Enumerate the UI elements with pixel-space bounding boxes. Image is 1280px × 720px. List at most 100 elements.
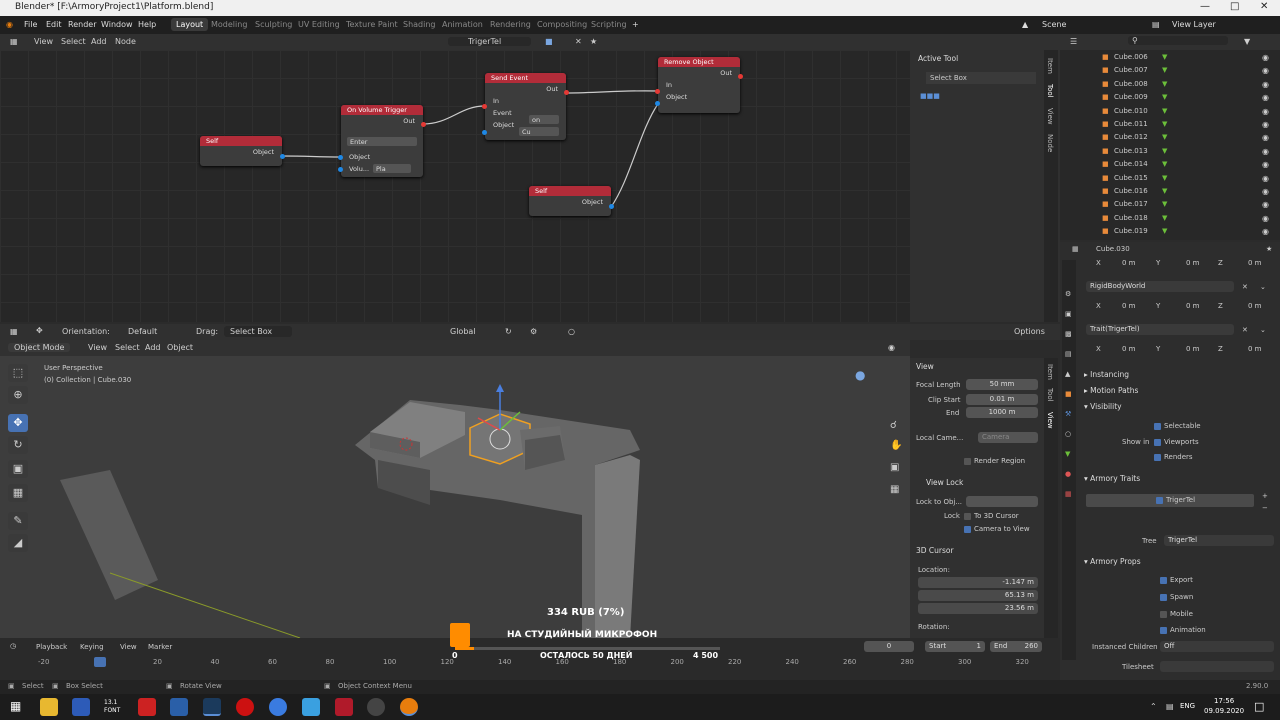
notifications-icon[interactable]: □ — [1254, 700, 1264, 713]
node-menu-node[interactable]: Node — [115, 37, 136, 46]
timeline-view[interactable]: View — [120, 643, 137, 651]
editor-type-icon[interactable]: ☰ — [1070, 37, 1077, 46]
3d-viewport[interactable]: Object Mode View Select Add Object ◉ Use… — [0, 340, 910, 638]
outliner-item[interactable]: Cube.008 — [1114, 80, 1148, 88]
tab-animation[interactable]: Animation — [442, 20, 483, 29]
axis-y-value[interactable]: 0 m — [1186, 259, 1200, 267]
armory-props-section[interactable]: ▾ Armory Props — [1084, 557, 1141, 566]
scene-tab-icon[interactable]: ▲ — [1065, 370, 1070, 378]
start-frame-field[interactable]: Start 1 — [925, 641, 985, 652]
outliner-search-icon[interactable]: ⚲ — [1128, 36, 1228, 45]
trait-rigidbody-field[interactable]: RigidBodyWorld — [1086, 281, 1234, 292]
minimize-icon[interactable]: — — [1200, 1, 1210, 12]
eye-icon[interactable]: ◉ — [1262, 200, 1269, 209]
self-node-2[interactable]: Self Object — [529, 186, 614, 216]
renders-checkbox[interactable]: Renders — [1154, 453, 1193, 461]
timeline-keying[interactable]: Keying — [80, 643, 104, 651]
trait-trigertel-field[interactable]: Trait(TrigerTel) — [1086, 324, 1234, 335]
outliner-item[interactable]: Cube.011 — [1114, 120, 1148, 128]
eye-icon[interactable]: ◉ — [1262, 80, 1269, 89]
drag-dropdown[interactable]: Select Box — [224, 326, 293, 337]
tab-modeling[interactable]: Modeling — [211, 20, 247, 29]
axis-z-value[interactable]: 0 m — [1248, 345, 1262, 353]
pin-icon[interactable]: ★ — [1266, 245, 1272, 253]
menu-help[interactable]: Help — [138, 20, 156, 29]
axis-z-value[interactable]: 0 m — [1248, 259, 1262, 267]
tab-node[interactable]: Node — [1046, 134, 1054, 152]
input-socket[interactable] — [338, 167, 343, 172]
pin-icon[interactable]: ★ — [590, 37, 597, 46]
timeline-playback[interactable]: Playback — [36, 643, 67, 651]
remove-trait-icon[interactable]: − — [1262, 504, 1268, 512]
chrome-icon[interactable] — [269, 698, 287, 716]
chevron-down-icon[interactable]: ⌄ — [1260, 326, 1266, 334]
visibility-icon[interactable]: ◉ — [888, 343, 895, 352]
tab-uv-editing[interactable]: UV Editing — [298, 20, 340, 29]
viewport-menu-view[interactable]: View — [88, 343, 107, 352]
keyboard-language[interactable]: ENG — [1180, 702, 1195, 710]
eye-icon[interactable]: ◉ — [1262, 133, 1269, 142]
tab-item[interactable]: Item — [1046, 364, 1054, 380]
orientation-dropdown[interactable]: Default — [128, 327, 157, 336]
data-tab-icon[interactable]: ▼ — [1065, 450, 1070, 458]
rotate-tool-icon[interactable]: ↻ — [8, 436, 28, 454]
unlink-icon[interactable]: ✕ — [575, 37, 582, 46]
windows-start-icon[interactable]: ▦ — [10, 699, 21, 713]
app-icon-red[interactable] — [335, 698, 353, 716]
blender-logo-icon[interactable]: ◉ — [6, 20, 13, 29]
navigation-gizmo-icon[interactable]: ● — [855, 368, 865, 382]
current-frame-field[interactable]: 0 — [864, 641, 914, 652]
transform-tool-icon[interactable]: ▦ — [8, 484, 28, 502]
tilesheet-field[interactable] — [1160, 661, 1274, 672]
editor-type-icon[interactable]: ▦ — [10, 327, 18, 336]
menu-file[interactable]: File — [24, 20, 37, 29]
ortho-grid-icon[interactable]: ▦ — [890, 484, 899, 495]
tab-tool[interactable]: Tool — [1046, 84, 1054, 98]
axis-x-value[interactable]: 0 m — [1122, 302, 1136, 310]
filezilla-icon[interactable] — [138, 698, 156, 716]
tab-texture-paint[interactable]: Texture Paint — [346, 20, 398, 29]
viewport-menu-add[interactable]: Add — [145, 343, 161, 352]
eye-icon[interactable]: ◉ — [1262, 227, 1269, 236]
tab-layout[interactable]: Layout — [171, 18, 209, 31]
output-socket[interactable] — [421, 122, 426, 127]
view-layer-tab-icon[interactable]: ▤ — [1065, 350, 1072, 358]
timeline-marker[interactable]: Marker — [148, 643, 172, 651]
eye-icon[interactable]: ◉ — [1262, 93, 1269, 102]
chevron-down-icon[interactable]: ⌄ — [1260, 283, 1266, 291]
outlook-icon[interactable] — [170, 698, 188, 716]
instancing-section[interactable]: ▸ Instancing — [1084, 370, 1129, 379]
axis-x-value[interactable]: 0 m — [1122, 345, 1136, 353]
annotate-tool-icon[interactable]: ✎ — [8, 512, 28, 530]
properties-editor-icon[interactable]: ▦ — [1072, 245, 1079, 253]
clip-end-field[interactable]: 1000 m — [966, 407, 1038, 418]
tab-sculpting[interactable]: Sculpting — [255, 20, 292, 29]
scale-tool-icon[interactable]: ▣ — [8, 460, 28, 478]
view-layer-icon[interactable]: ▤ — [1152, 20, 1160, 29]
axis-x-value[interactable]: 0 m — [1122, 259, 1136, 267]
event-dropdown[interactable]: Enter — [347, 137, 417, 146]
armory-tab-icon[interactable]: ▦ — [1065, 490, 1072, 498]
tool-tab-icon[interactable]: ⚙ — [1065, 290, 1071, 298]
self-node-1[interactable]: Self Object — [200, 136, 285, 166]
mobile-checkbox[interactable]: Mobile — [1160, 610, 1193, 618]
pivot-icon[interactable]: ↻ — [505, 327, 512, 336]
clock-time[interactable]: 17:56 — [1214, 697, 1234, 705]
tab-tool[interactable]: Tool — [1046, 388, 1054, 402]
menu-window[interactable]: Window — [101, 20, 133, 29]
outliner-item[interactable]: Cube.009 — [1114, 93, 1148, 101]
obs-icon[interactable] — [367, 698, 385, 716]
outliner-item[interactable]: Cube.010 — [1114, 107, 1148, 115]
node-menu-select[interactable]: Select — [61, 37, 86, 46]
axis-y-value[interactable]: 0 m — [1186, 302, 1200, 310]
viewport-menu-object[interactable]: Object — [167, 343, 193, 352]
input-socket[interactable] — [655, 101, 660, 106]
maximize-icon[interactable]: □ — [1230, 1, 1239, 12]
remove-object-node[interactable]: Remove Object Out In Object — [655, 57, 743, 113]
cursor-x-field[interactable]: -1.147 m — [918, 577, 1038, 588]
tab-item[interactable]: Item — [1046, 58, 1054, 74]
cursor-y-field[interactable]: 65.13 m — [918, 590, 1038, 601]
network-icon[interactable]: ▤ — [1166, 702, 1174, 711]
tab-view[interactable]: View — [1046, 412, 1054, 429]
transform-tool-icon[interactable]: ✥ — [36, 326, 43, 335]
